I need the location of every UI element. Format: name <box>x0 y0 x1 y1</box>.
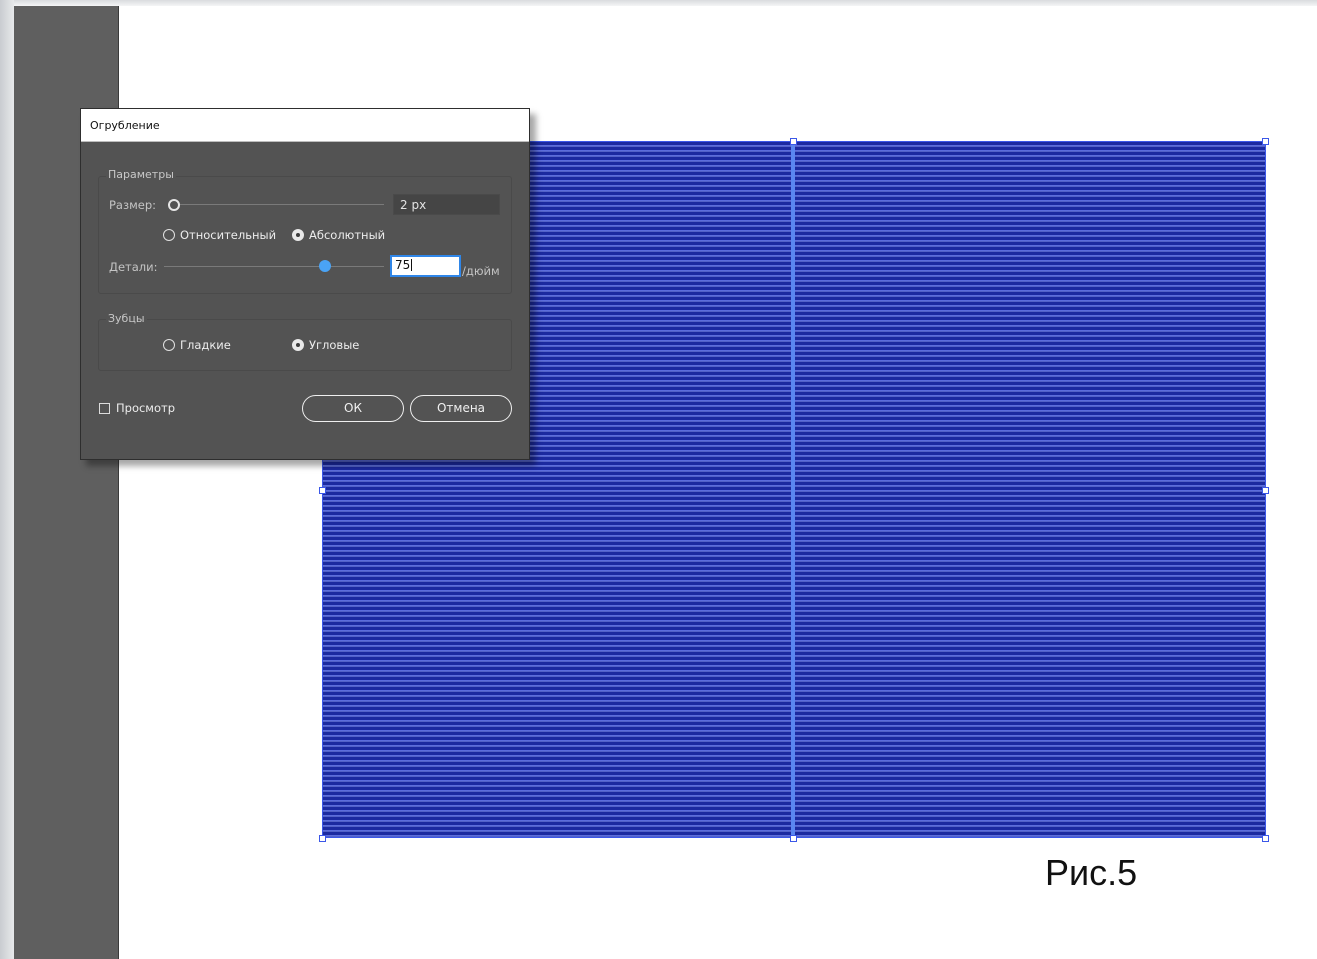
cancel-button[interactable]: Отмена <box>410 395 512 422</box>
figure-caption: Рис.5 <box>1045 852 1138 893</box>
teeth-group-label: Зубцы <box>106 312 147 325</box>
params-group-label: Параметры <box>106 168 176 181</box>
teeth-corner-radio[interactable] <box>292 339 304 351</box>
detail-slider-knob[interactable] <box>319 260 331 272</box>
preview-label[interactable]: Просмотр <box>116 401 175 415</box>
window-edge <box>0 0 14 959</box>
mode-relative-radio[interactable] <box>163 229 175 241</box>
selection-handle-bottom-middle[interactable] <box>790 835 797 842</box>
dialog-title: Огрубление <box>81 109 529 142</box>
mode-absolute-radio[interactable] <box>292 229 304 241</box>
teeth-smooth-radio[interactable] <box>163 339 175 351</box>
selection-handle-top-right[interactable] <box>1262 138 1269 145</box>
detail-slider-track[interactable] <box>164 266 384 267</box>
vertical-divider-line[interactable] <box>791 141 795 838</box>
detail-label: Детали: <box>109 260 158 274</box>
mode-relative-label[interactable]: Относительный <box>180 228 276 242</box>
size-label: Размер: <box>109 198 157 212</box>
teeth-corner-label[interactable]: Угловые <box>309 338 359 352</box>
size-slider-knob[interactable] <box>168 199 180 211</box>
detail-input-value: 75 <box>395 258 411 272</box>
selection-handle-top-middle[interactable] <box>790 138 797 145</box>
preview-checkbox[interactable] <box>99 403 110 414</box>
detail-input[interactable]: 75 <box>390 255 461 277</box>
detail-unit: /дюйм <box>462 264 500 278</box>
selection-handle-bottom-right[interactable] <box>1262 835 1269 842</box>
size-slider-track[interactable] <box>177 204 384 205</box>
ok-button[interactable]: ОК <box>302 395 404 422</box>
selection-handle-middle-left[interactable] <box>319 487 326 494</box>
roughen-dialog: Огрубление Параметры Размер: 2 px Относи… <box>80 108 530 460</box>
selection-handle-middle-right[interactable] <box>1262 487 1269 494</box>
text-caret <box>411 259 413 271</box>
size-input[interactable]: 2 px <box>393 194 500 215</box>
mode-absolute-label[interactable]: Абсолютный <box>309 228 385 242</box>
teeth-group <box>98 319 512 371</box>
teeth-smooth-label[interactable]: Гладкие <box>180 338 231 352</box>
selection-handle-bottom-left[interactable] <box>319 835 326 842</box>
